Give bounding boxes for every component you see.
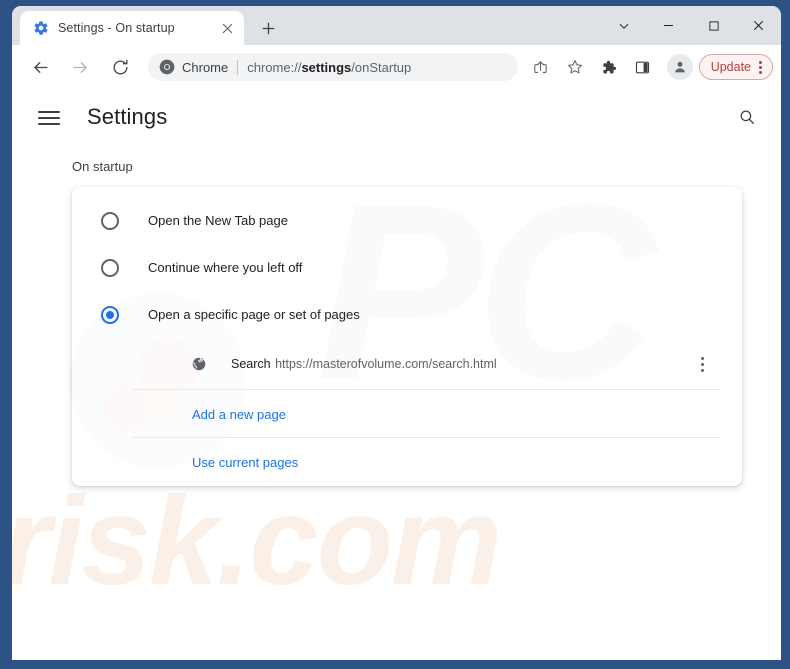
tab-strip: Settings - On startup bbox=[12, 6, 781, 45]
startup-page-name: Search bbox=[231, 357, 271, 371]
settings-header: Settings bbox=[12, 89, 781, 145]
close-window-icon[interactable] bbox=[736, 6, 781, 45]
gear-icon bbox=[33, 20, 49, 36]
settings-page: PC risk.com Settings On startup bbox=[12, 89, 781, 660]
radio-option-specific-pages[interactable]: Open a specific page or set of pages bbox=[72, 291, 742, 338]
window-controls bbox=[601, 6, 781, 45]
globe-icon bbox=[191, 356, 207, 372]
startup-page-row: Search https://masterofvolume.com/search… bbox=[72, 338, 742, 390]
browser-window: Settings - On startup Chrome chrome://se… bbox=[0, 0, 790, 669]
profile-avatar-icon[interactable] bbox=[666, 54, 693, 80]
address-bar[interactable]: Chrome chrome://settings/onStartup bbox=[148, 53, 518, 81]
startup-page-menu-icon[interactable] bbox=[690, 350, 714, 378]
browser-tab[interactable]: Settings - On startup bbox=[20, 11, 244, 45]
extensions-puzzle-icon[interactable] bbox=[594, 52, 624, 82]
chevron-down-icon[interactable] bbox=[601, 6, 646, 45]
side-panel-icon[interactable] bbox=[628, 52, 658, 82]
radio-indicator[interactable] bbox=[101, 211, 119, 230]
chrome-menu-icon[interactable] bbox=[755, 60, 766, 74]
forward-button[interactable] bbox=[64, 51, 96, 83]
back-button[interactable] bbox=[24, 51, 56, 83]
bookmark-star-icon[interactable] bbox=[560, 52, 590, 82]
add-new-page-row[interactable]: Add a new page bbox=[72, 390, 742, 438]
new-tab-button[interactable] bbox=[254, 14, 282, 42]
maximize-icon[interactable] bbox=[691, 6, 736, 45]
radio-indicator-selected[interactable] bbox=[101, 305, 119, 324]
hamburger-menu-icon[interactable] bbox=[38, 106, 62, 130]
radio-option-new-tab[interactable]: Open the New Tab page bbox=[72, 197, 742, 244]
update-label: Update bbox=[710, 60, 751, 74]
use-current-pages-link[interactable]: Use current pages bbox=[192, 455, 298, 470]
minimize-icon[interactable] bbox=[646, 6, 691, 45]
radio-option-label: Open a specific page or set of pages bbox=[148, 307, 360, 322]
close-icon[interactable] bbox=[218, 19, 236, 37]
url-text: chrome://settings/onStartup bbox=[247, 59, 412, 75]
watermark-risk: risk.com bbox=[12, 472, 502, 611]
browser-toolbar: Chrome chrome://settings/onStartup Updat… bbox=[12, 45, 781, 89]
update-button[interactable]: Update bbox=[698, 54, 773, 80]
toolbar-icons: Update bbox=[524, 52, 773, 82]
section-title: On startup bbox=[72, 159, 133, 174]
use-current-pages-row[interactable]: Use current pages bbox=[72, 438, 742, 486]
page-title: Settings bbox=[87, 104, 168, 129]
radio-option-label: Open the New Tab page bbox=[148, 213, 288, 228]
security-chip-label: Chrome bbox=[182, 59, 229, 75]
radio-option-continue[interactable]: Continue where you left off bbox=[72, 244, 742, 291]
on-startup-card: Open the New Tab page Continue where you… bbox=[72, 187, 742, 486]
window-inner: Settings - On startup Chrome chrome://se… bbox=[12, 6, 781, 660]
startup-page-url: https://masterofvolume.com/search.html bbox=[275, 357, 497, 371]
search-icon[interactable] bbox=[735, 105, 759, 129]
radio-indicator[interactable] bbox=[101, 258, 119, 277]
add-new-page-link[interactable]: Add a new page bbox=[192, 407, 286, 422]
radio-option-label: Continue where you left off bbox=[148, 260, 303, 275]
omnibox-divider bbox=[237, 59, 239, 75]
share-icon[interactable] bbox=[526, 52, 556, 82]
chrome-logo-icon bbox=[159, 59, 175, 75]
reload-button[interactable] bbox=[104, 51, 136, 83]
startup-page-text: Search https://masterofvolume.com/search… bbox=[231, 355, 690, 373]
tab-title: Settings - On startup bbox=[58, 21, 175, 35]
